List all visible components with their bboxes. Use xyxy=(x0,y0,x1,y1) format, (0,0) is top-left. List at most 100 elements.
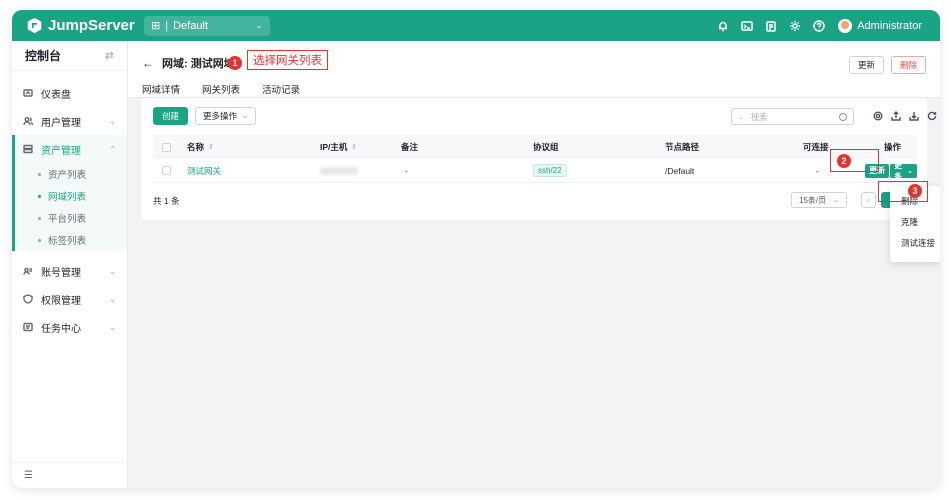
table-row: 测试网关 - ssh/22 /Default - 更新 更多 ⌄ xyxy=(153,159,917,183)
collapse-icon[interactable]: ☰ xyxy=(24,470,33,481)
chevron-down-icon: ⌄ xyxy=(255,20,263,30)
sidebar-subitem-label: 网域列表 xyxy=(48,192,87,203)
menu-item-clone[interactable]: 克隆 xyxy=(890,211,940,232)
assets-submenu: 资产列表 网域列表 平台列表 标签列表 xyxy=(12,163,127,251)
sidebar-item-users[interactable]: 用户管理 ⌄ xyxy=(12,107,127,135)
sidebar-subitem-domain-list[interactable]: 网域列表 xyxy=(12,185,127,207)
search-icon xyxy=(839,112,847,121)
node-path-value: /Default xyxy=(665,165,695,176)
column-header-actions: 操作 xyxy=(884,142,902,152)
user-name: Administrator xyxy=(857,19,922,32)
table-header: 名称 ⇕ IP/主机 ⇕ 备注 协议组 节点路径 可连接 操作 xyxy=(153,135,917,159)
sidebar-subitem-label-list[interactable]: 标签列表 xyxy=(12,229,127,251)
sort-icon[interactable]: ⇕ xyxy=(351,143,357,151)
column-header-connectivity: 可连接 xyxy=(803,142,829,152)
chevron-down-icon: ⌄ xyxy=(242,113,248,120)
comment-value: - xyxy=(405,165,408,176)
annotation-badge-2: 2 xyxy=(837,154,851,168)
sidebar-item-label: 任务中心 xyxy=(41,323,81,335)
gateway-name-link[interactable]: 测试网关 xyxy=(187,165,221,177)
bell-icon[interactable] xyxy=(716,19,730,33)
sidebar-subitem-platform-list[interactable]: 平台列表 xyxy=(12,207,127,229)
annotation-label-1: 选择网关列表 xyxy=(247,50,328,70)
user-menu[interactable]: Administrator xyxy=(838,18,922,33)
clipboard-icon[interactable] xyxy=(764,19,778,33)
sidebar-item-label: 账号管理 xyxy=(41,267,81,279)
protocol-tag: ssh/22 xyxy=(533,164,567,177)
switch-view-icon[interactable]: ⇄ xyxy=(105,49,114,62)
chevron-down-icon: ⌄ xyxy=(833,197,839,204)
connectivity-value: - xyxy=(816,165,819,176)
import-icon[interactable] xyxy=(908,110,920,122)
jumpserver-logo-icon xyxy=(27,17,42,34)
tasks-icon xyxy=(23,322,33,332)
create-button[interactable]: 创建 xyxy=(153,107,189,125)
sidebar-item-tasks[interactable]: 任务中心 ⌄ xyxy=(12,313,127,341)
sidebar-subitem-label: 资产列表 xyxy=(48,170,87,181)
menu-item-test-connection[interactable]: 测试连接 xyxy=(890,232,940,253)
sidebar-item-label: 用户管理 xyxy=(41,117,81,129)
sidebar-item-permissions[interactable]: 权限管理 ⌄ xyxy=(12,285,127,313)
refresh-icon[interactable] xyxy=(926,110,938,122)
update-button[interactable]: 更新 xyxy=(848,56,884,74)
prev-page-button[interactable]: ‹ xyxy=(861,192,876,208)
page-title: 网域: 测试网域 xyxy=(162,58,235,70)
sidebar-subitem-label: 平台列表 xyxy=(48,214,87,225)
dashboard-icon xyxy=(23,88,33,98)
column-header-name[interactable]: 名称 xyxy=(187,141,204,153)
chevron-down-icon: ⌄ xyxy=(109,266,116,276)
sidebar: 控制台 ⇄ 仪表盘 用户管理 ⌄ 资产管理 ⌃ 资产列表 网域列表 平台列表 标… xyxy=(12,41,128,488)
sidebar-item-label: 仪表盘 xyxy=(41,89,71,101)
sidebar-footer: ☰ xyxy=(12,462,128,488)
help-icon[interactable] xyxy=(812,19,826,33)
settings-icon[interactable] xyxy=(872,110,884,122)
chevron-down-icon: ⌄ xyxy=(109,322,116,332)
chevron-down-icon: ⌄ xyxy=(738,113,744,121)
sort-icon[interactable]: ⇕ xyxy=(208,143,214,151)
search-placeholder: 搜索 xyxy=(750,111,768,122)
page-size-select[interactable]: 15条/页 ⌄ xyxy=(791,192,847,208)
row-checkbox[interactable] xyxy=(162,166,171,175)
sidebar-header: 控制台 ⇄ xyxy=(12,41,127,71)
app-name: JumpServer xyxy=(48,17,135,34)
annotation-badge-3: 3 xyxy=(908,184,922,198)
column-header-protocols: 协议组 xyxy=(533,142,559,152)
more-actions-button[interactable]: 更多操作 ⌄ xyxy=(195,107,256,125)
top-navbar: JumpServer ⊞ | Default ⌄ Administrator xyxy=(12,10,940,41)
app-window: JumpServer ⊞ | Default ⌄ Administrator 控… xyxy=(12,10,940,488)
app-logo[interactable]: JumpServer xyxy=(12,17,144,34)
sidebar-item-dashboard[interactable]: 仪表盘 xyxy=(12,79,127,107)
gear-icon[interactable] xyxy=(788,19,802,33)
sidebar-subitem-label: 标签列表 xyxy=(48,236,87,247)
shield-icon xyxy=(23,294,33,304)
org-selector[interactable]: ⊞ | Default ⌄ xyxy=(144,15,270,36)
users-icon xyxy=(23,116,33,126)
export-icon[interactable] xyxy=(890,110,902,122)
total-count: 共 1 条 xyxy=(153,196,180,206)
org-icon: ⊞ xyxy=(151,20,161,32)
row-more-button[interactable]: 更多 ⌄ xyxy=(890,161,917,181)
chevron-up-icon: ⌃ xyxy=(109,144,116,154)
annotation-badge-1: 1 xyxy=(228,56,242,70)
table-tools xyxy=(872,110,940,122)
more-actions-label: 更多操作 xyxy=(203,111,238,121)
column-header-node-path: 节点路径 xyxy=(665,142,700,152)
back-arrow-icon[interactable]: ← xyxy=(142,56,154,70)
select-all-checkbox[interactable] xyxy=(162,142,171,152)
pagination: 15条/页 ⌄ ‹ xyxy=(791,192,891,208)
sidebar-item-label: 资产管理 xyxy=(41,145,81,157)
terminal-icon[interactable] xyxy=(740,19,754,33)
chevron-down-icon: ⌄ xyxy=(109,116,116,126)
sidebar-subitem-asset-list[interactable]: 资产列表 xyxy=(12,163,127,185)
gateway-list-card: 创建 更多操作 ⌄ ⌄ 搜索 名称 ⇕ IP/主机 ⇕ 备注 协议组 节点路径 可连… xyxy=(141,98,937,220)
column-header-ip[interactable]: IP/主机 xyxy=(320,141,347,153)
sidebar-item-assets[interactable]: 资产管理 ⌃ xyxy=(12,135,127,163)
page-size-label: 15条/页 xyxy=(799,195,827,205)
sidebar-title: 控制台 xyxy=(25,49,62,63)
delete-button[interactable]: 删除 xyxy=(890,56,926,74)
search-input[interactable]: ⌄ 搜索 xyxy=(731,108,854,125)
avatar xyxy=(838,18,853,33)
org-label: Default xyxy=(173,19,208,32)
sidebar-item-accounts[interactable]: 账号管理 ⌄ xyxy=(12,257,127,285)
table-toolbar: 创建 更多操作 ⌄ xyxy=(153,107,256,125)
